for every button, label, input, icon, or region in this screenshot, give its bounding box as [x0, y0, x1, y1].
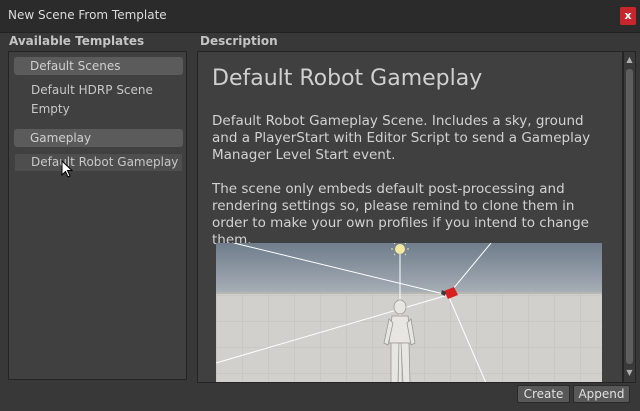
templates-list: Default Scenes Default HDRP Scene Empty …	[8, 51, 187, 380]
template-item-default-hdrp-scene[interactable]: Default HDRP Scene	[31, 83, 153, 97]
description-scrollbar[interactable]: ▲ ▼	[623, 51, 636, 383]
template-item-default-robot-gameplay[interactable]: Default Robot Gameplay	[15, 154, 182, 171]
scroll-down-icon[interactable]: ▼	[624, 368, 635, 377]
template-item-empty[interactable]: Empty	[31, 102, 70, 116]
window-title: New Scene From Template	[8, 8, 167, 22]
scroll-thumb[interactable]	[626, 69, 633, 364]
create-button[interactable]: Create	[517, 385, 570, 403]
description-panel: Default Robot Gameplay Default Robot Gam…	[197, 51, 623, 383]
description-paragraph-2: The scene only embeds default post-proce…	[212, 181, 589, 248]
mouse-cursor-icon	[61, 160, 73, 178]
group-header-gameplay[interactable]: Gameplay	[14, 129, 183, 147]
title-bar: New Scene From Template x	[0, 0, 640, 33]
description-title: Default Robot Gameplay	[212, 66, 483, 91]
available-templates-header: Available Templates	[9, 34, 145, 48]
append-button[interactable]: Append	[573, 385, 630, 403]
close-button[interactable]: x	[620, 7, 636, 25]
description-paragraph-1: Default Robot Gameplay Scene. Includes a…	[212, 113, 591, 163]
group-header-default-scenes[interactable]: Default Scenes	[14, 57, 183, 75]
template-preview-image	[216, 243, 602, 382]
description-header: Description	[200, 34, 278, 48]
scroll-up-icon[interactable]: ▲	[624, 55, 635, 64]
